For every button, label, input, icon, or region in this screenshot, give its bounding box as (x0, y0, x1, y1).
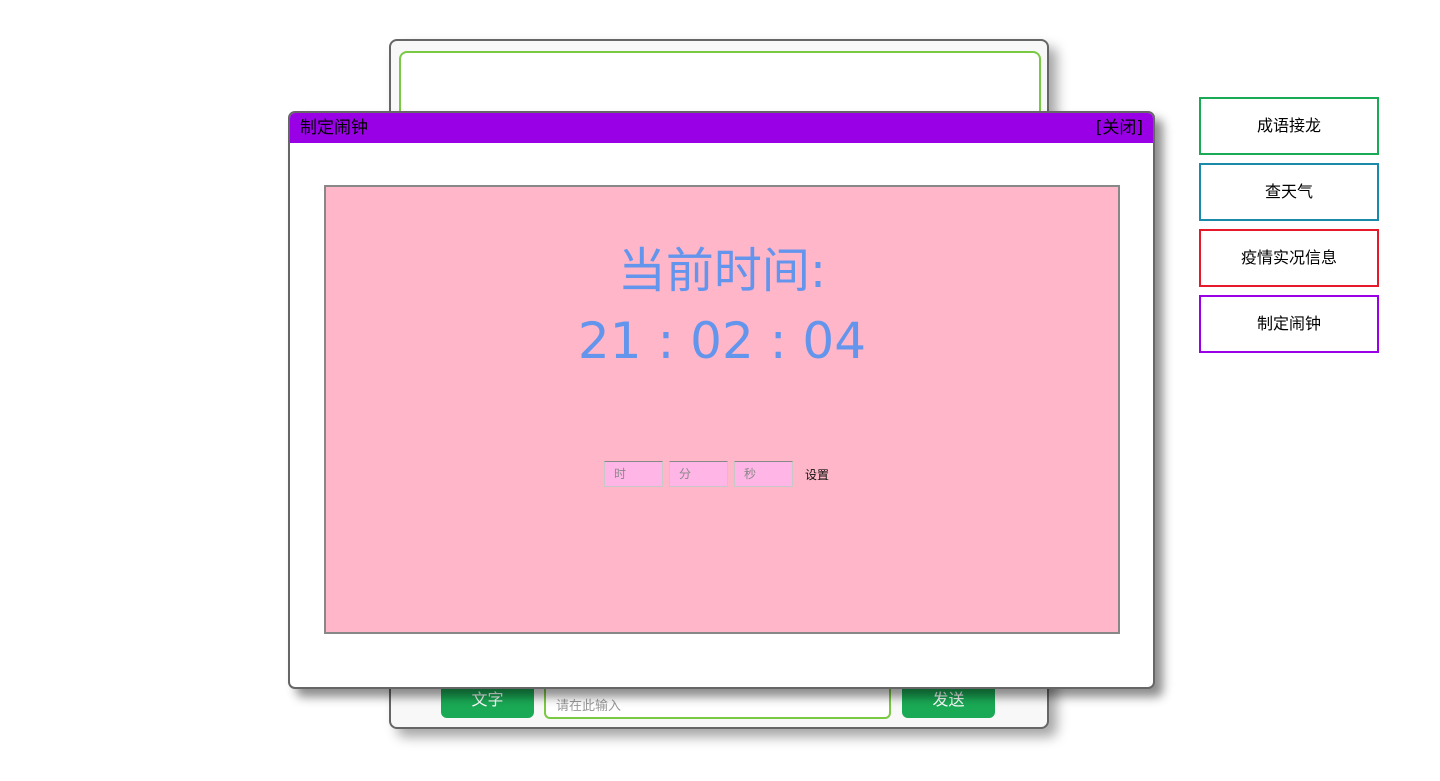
menu-alarm[interactable]: 制定闹钟 (1199, 295, 1379, 353)
alarm-form: 设置 (604, 460, 836, 488)
second-input[interactable] (734, 461, 793, 487)
dialog-title: 制定闹钟 (300, 118, 368, 138)
menu-epidemic-info[interactable]: 疫情实况信息 (1199, 229, 1379, 287)
hour-input[interactable] (604, 461, 663, 487)
menu-weather[interactable]: 查天气 (1199, 163, 1379, 221)
menu-idiom-chain[interactable]: 成语接龙 (1199, 97, 1379, 155)
minute-input[interactable] (669, 461, 728, 487)
clock-panel: 当前时间: 21 : 02 : 04 设置 (324, 185, 1120, 634)
close-button[interactable]: [关闭] (1096, 118, 1143, 138)
alarm-dialog: 制定闹钟 [关闭] 当前时间: 21 : 02 : 04 设置 (288, 111, 1155, 689)
dialog-header: 制定闹钟 [关闭] (290, 113, 1153, 143)
current-time-label: 当前时间: (617, 243, 827, 299)
current-time-value: 21 : 02 : 04 (577, 312, 867, 370)
set-alarm-button[interactable]: 设置 (799, 461, 836, 487)
